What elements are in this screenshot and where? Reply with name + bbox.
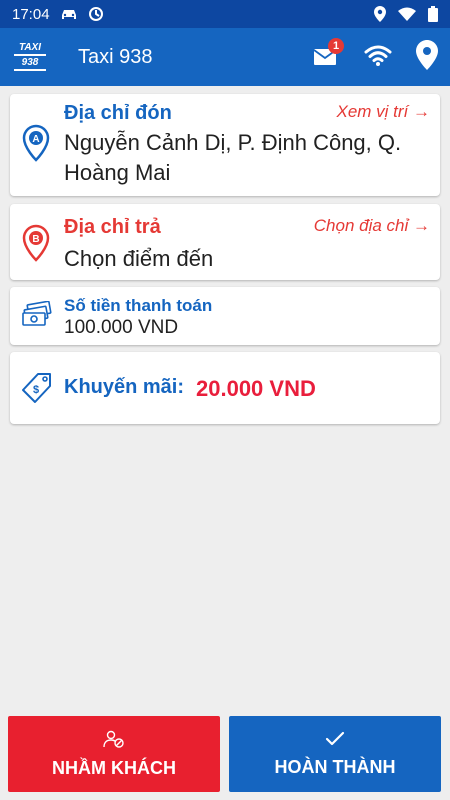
wrong-customer-button[interactable]: NHẦM KHÁCH: [8, 716, 220, 792]
pickup-pin-letter: A: [32, 134, 39, 145]
wrong-customer-label: NHẦM KHÁCH: [52, 757, 176, 778]
wifi-icon: [364, 45, 392, 66]
payment-amount: 100.000 VND: [64, 317, 179, 338]
location-status-icon: [374, 6, 386, 22]
discount-tag-icon: $: [22, 372, 52, 409]
svg-text:$: $: [33, 384, 39, 396]
wifi-status-icon: [398, 7, 416, 21]
taxi-logo: TAXI 938: [12, 39, 48, 75]
logo-text-number: 938: [21, 57, 39, 68]
sync-icon: [88, 6, 104, 22]
pickup-address: Nguyễn Cảnh Dị, P. Định Công, Q. Hoàng M…: [64, 130, 402, 185]
pickup-label: Địa chỉ đón: [64, 102, 172, 124]
dropoff-address: Chọn điểm đến: [64, 246, 214, 271]
promotion-card: $ Khuyến mãi: 20.000 VND: [10, 352, 440, 424]
payment-card: Số tiền thanh toán 100.000 VND: [10, 287, 440, 345]
promotion-label: Khuyến mãi:: [64, 376, 185, 398]
status-time: 17:04: [12, 5, 50, 23]
car-icon: [60, 8, 78, 20]
pickup-card: A Địa chỉ đón Xem vị trí → Nguyễn Cảnh D…: [10, 94, 440, 196]
dropoff-pin-icon: B: [22, 224, 50, 267]
check-icon: [325, 731, 345, 745]
wrong-customer-icon: [103, 730, 124, 748]
dropoff-pin-letter: B: [32, 234, 39, 245]
messages-button[interactable]: 1: [310, 38, 344, 72]
message-count-badge: 1: [328, 38, 344, 54]
complete-button[interactable]: HOÀN THÀNH: [229, 716, 441, 792]
location-button[interactable]: [416, 39, 438, 75]
wifi-button[interactable]: [364, 44, 392, 71]
view-location-link[interactable]: Xem vị trí →: [336, 102, 430, 122]
status-bar: 17:04: [0, 0, 450, 28]
promotion-amount: 20.000 VND: [196, 376, 316, 401]
complete-label: HOÀN THÀNH: [274, 756, 396, 777]
pickup-pin-icon: A: [22, 124, 50, 167]
choose-address-link[interactable]: Chọn địa chỉ →: [314, 216, 430, 236]
app-bar: TAXI 938 Taxi 938 1: [0, 28, 450, 86]
location-pin-icon: [416, 39, 438, 70]
app-title: Taxi 938: [78, 45, 153, 68]
money-icon: [22, 300, 52, 332]
battery-icon: [428, 6, 438, 22]
dropoff-label: Địa chỉ trả: [64, 216, 161, 238]
dropoff-card[interactable]: B Địa chỉ trả Chọn địa chỉ → Chọn điểm đ…: [10, 204, 440, 280]
logo-text-taxi: TAXI: [18, 42, 42, 53]
